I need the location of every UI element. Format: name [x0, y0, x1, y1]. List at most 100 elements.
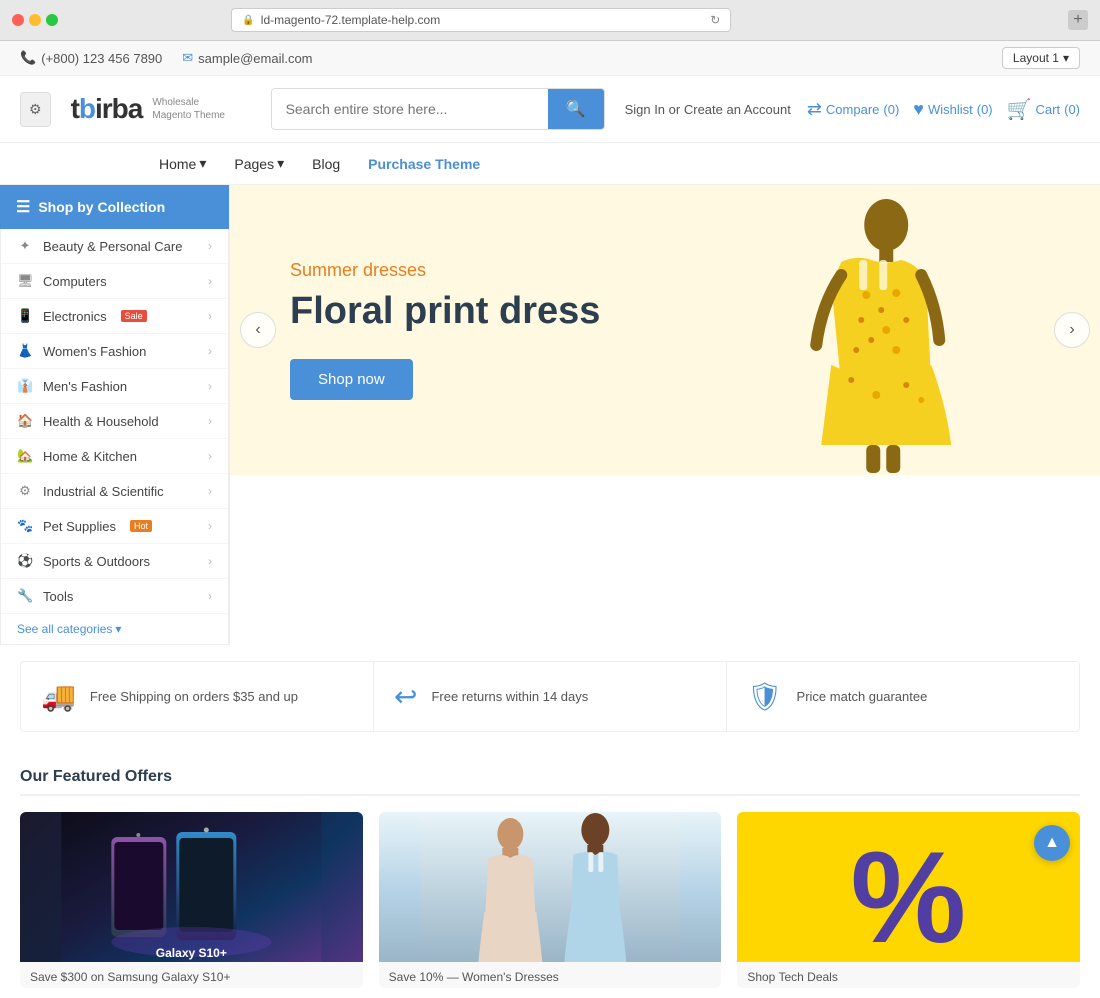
hero-image [622, 185, 1100, 475]
sidebar-item-health[interactable]: 🏠 Health & Household › [1, 404, 228, 439]
nav-item-pages[interactable]: Pages ▾ [220, 143, 298, 184]
offer-card-womens[interactable]: Save 10% — Women's Dresses [379, 812, 722, 988]
model-svg [622, 185, 1100, 475]
cart-button[interactable]: 🛒 Cart (0) [1007, 97, 1080, 122]
home-kitchen-icon: 🏡 [17, 448, 33, 464]
featured-title: Our Featured Offers [20, 768, 1080, 796]
featured-section: Our Featured Offers [0, 748, 1100, 998]
womens-image [379, 812, 722, 962]
search-bar: 🔍 [271, 88, 605, 130]
compare-count: (0) [883, 102, 899, 117]
slider-next-button[interactable]: › [1054, 312, 1090, 348]
offers-grid: Galaxy S10+ Save $300 on Samsung Galaxy … [20, 812, 1080, 988]
heart-icon: ♥ [913, 99, 924, 120]
nav-item-blog[interactable]: Blog [298, 144, 354, 184]
chevron-right-icon: › [208, 414, 212, 428]
industrial-label: Industrial & Scientific [43, 484, 164, 499]
svg-text:%: % [851, 824, 967, 962]
header-actions: Sign In or Create an Account ⇄ Compare (… [625, 97, 1080, 122]
sports-icon: ⚽ [17, 553, 33, 569]
sidebar-item-home-kitchen[interactable]: 🏡 Home & Kitchen › [1, 439, 228, 474]
auth-links: Sign In or Create an Account [625, 102, 791, 117]
compare-button[interactable]: ⇄ Compare (0) [807, 99, 899, 120]
hot-badge: Hot [130, 520, 152, 532]
or-label: or [669, 102, 681, 117]
sidebar-item-pet-supplies[interactable]: 🐾 Pet Supplies Hot › [1, 509, 228, 544]
nav-item-purchase[interactable]: Purchase Theme [354, 144, 494, 184]
see-all-categories[interactable]: See all categories ▾ [1, 614, 228, 644]
health-label: Health & Household [43, 414, 159, 429]
chevron-right-icon: › [208, 344, 212, 358]
refresh-icon: ↻ [710, 13, 720, 27]
url-bar[interactable]: 🔒 ld-magento-72.template-help.com ↻ [231, 8, 731, 32]
feature-returns-text: Free returns within 14 days [431, 689, 588, 704]
shop-by-collection-button[interactable]: ☰ Shop by Collection [0, 185, 229, 229]
electronics-icon: 📱 [17, 308, 33, 324]
sidebar-item-industrial[interactable]: ⚙ Industrial & Scientific › [1, 474, 228, 509]
search-button[interactable]: 🔍 [548, 89, 604, 129]
layout-selector[interactable]: Layout 1 ▾ [1002, 47, 1080, 69]
nav-home-arrow: ▾ [199, 155, 206, 172]
search-input[interactable] [272, 89, 548, 129]
wishlist-button[interactable]: ♥ Wishlist (0) [913, 99, 992, 120]
mens-fashion-icon: 👔 [17, 378, 33, 394]
compare-label: Compare [826, 102, 879, 117]
cart-count: (0) [1064, 102, 1080, 117]
tools-icon: 🔧 [17, 588, 33, 604]
layout-arrow-icon: ▾ [1063, 51, 1069, 65]
sidebar-item-electronics[interactable]: 📱 Electronics Sale › [1, 299, 228, 334]
sidebar-item-womens-fashion[interactable]: 👗 Women's Fashion › [1, 334, 228, 369]
shield-icon: 🛡 [747, 680, 783, 713]
feature-price-match-text: Price match guarantee [797, 689, 928, 704]
logo-text: tbirba [71, 93, 143, 125]
offer-card-tech[interactable]: % Shop Tech Deals [737, 812, 1080, 988]
hero-content: Summer dresses Floral print dress Shop n… [230, 220, 660, 440]
beauty-icon: ✦ [17, 238, 33, 254]
sidebar-item-mens-fashion[interactable]: 👔 Men's Fashion › [1, 369, 228, 404]
content-area: ☰ Shop by Collection ✦ Beauty & Personal… [0, 185, 1100, 645]
slider-prev-button[interactable]: ‹ [240, 312, 276, 348]
site-header: ⚙ tbirba Wholesale Magento Theme 🔍 Sign … [0, 76, 1100, 142]
sidebar: ☰ Shop by Collection ✦ Beauty & Personal… [0, 185, 230, 645]
settings-gear-button[interactable]: ⚙ [20, 92, 51, 127]
feature-price-match: 🛡 Price match guarantee [727, 662, 1079, 731]
minimize-dot[interactable] [29, 14, 41, 26]
tech-image: % [737, 812, 1080, 962]
hero-shop-now-button[interactable]: Shop now [290, 359, 413, 400]
offer-galaxy-label: Save $300 on Samsung Galaxy S10+ [20, 962, 363, 988]
hero-slide: Summer dresses Floral print dress Shop n… [230, 185, 1100, 475]
offer-tech-label: Shop Tech Deals [737, 962, 1080, 988]
sidebar-item-beauty[interactable]: ✦ Beauty & Personal Care › [1, 229, 228, 264]
womens-svg [379, 812, 722, 962]
top-bar: 📞 (+800) 123 456 7890 ✉ sample@email.com… [0, 41, 1100, 76]
sidebar-item-tools[interactable]: 🔧 Tools › [1, 579, 228, 614]
hero-subtitle: Summer dresses [290, 260, 600, 281]
nav-blog-label: Blog [312, 156, 340, 172]
create-account-link[interactable]: Create an Account [684, 102, 791, 117]
compare-icon: ⇄ [807, 99, 822, 120]
scroll-to-top-button[interactable]: ▲ [1034, 825, 1070, 861]
url-text: ld-magento-72.template-help.com [261, 13, 440, 27]
electronics-label: Electronics [43, 309, 107, 324]
pet-icon: 🐾 [17, 518, 33, 534]
sign-in-link[interactable]: Sign In [625, 102, 665, 117]
hero-area: Summer dresses Floral print dress Shop n… [230, 185, 1100, 645]
sidebar-item-computers[interactable]: 🖥 Computers › [1, 264, 228, 299]
email-address: sample@email.com [198, 51, 312, 66]
offer-card-galaxy[interactable]: Galaxy S10+ Save $300 on Samsung Galaxy … [20, 812, 363, 988]
chevron-right-icon: › [208, 554, 212, 568]
chevron-right-icon: › [208, 449, 212, 463]
sidebar-item-sports[interactable]: ⚽ Sports & Outdoors › [1, 544, 228, 579]
action-items: ⇄ Compare (0) ♥ Wishlist (0) 🛒 Cart (0) [807, 97, 1080, 122]
chevron-right-icon: › [208, 519, 212, 533]
chevron-right-icon: › [208, 239, 212, 253]
maximize-dot[interactable] [46, 14, 58, 26]
browser-traffic-lights [12, 14, 58, 26]
email-icon: ✉ [182, 50, 193, 66]
shop-by-collection-label: Shop by Collection [38, 199, 165, 215]
site-wrapper: 📞 (+800) 123 456 7890 ✉ sample@email.com… [0, 41, 1100, 998]
new-tab-button[interactable]: + [1068, 10, 1088, 30]
hamburger-icon: ☰ [16, 197, 30, 217]
close-dot[interactable] [12, 14, 24, 26]
nav-item-home[interactable]: Home ▾ [145, 143, 220, 184]
